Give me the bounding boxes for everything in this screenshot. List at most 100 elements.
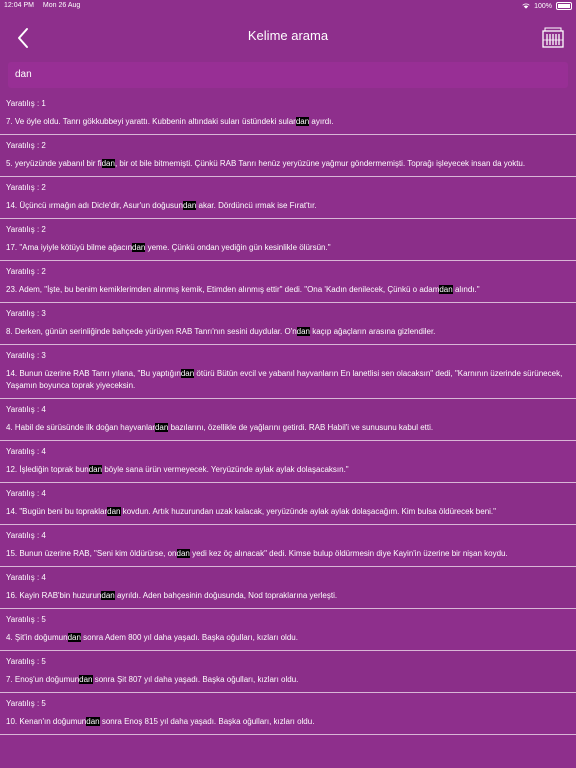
verse-text-after: böyle sana ürün vermeyecek. Yeryüzünde a… <box>102 465 349 474</box>
verse-text-after: yedi kez öç alınacak" dedi. Kimse bulup … <box>189 549 508 558</box>
verse-reference: Yaratılış : 2 <box>6 267 46 276</box>
verse-text-after: bazılarını, özellikle de yağlarını getir… <box>168 423 434 432</box>
verse-text-after: kovdun. Artık huzurundan uzak kalacak, y… <box>120 507 496 516</box>
list-item[interactable]: Yaratılış : 1 7. Ve öyle oldu. Tanrı gökk… <box>0 93 576 135</box>
status-left: 12:04 PM Mon 26 Aug <box>4 2 87 9</box>
verse-text-before: 16. Kayin RAB'bin huzurun <box>6 591 102 600</box>
verse-reference: Yaratılış : 4 <box>6 405 46 414</box>
match-highlight: dan <box>154 423 169 432</box>
verse-text-before: 14. "Bugün beni bu topraklar <box>6 507 108 516</box>
match-highlight: dan <box>79 675 93 684</box>
verse-reference: Yaratılış : 2 <box>6 183 46 192</box>
match-highlight: dan <box>180 369 195 378</box>
list-item[interactable]: Yaratılış : 2 23. Adem, "İşte, bu benim k… <box>0 261 576 303</box>
verse-text-before: 12. İşlediğin toprak bun <box>6 465 89 474</box>
nav-bar: Kelime arama <box>0 14 576 58</box>
verse-text-before: 23. Adem, "İşte, bu benim kemiklerimden … <box>6 285 440 294</box>
verse-reference: Yaratılış : 1 <box>6 99 46 108</box>
verse-text: 15. Bunun üzerine RAB, "Seni kim öldürür… <box>0 541 576 566</box>
verse-text-before: 15. Bunun üzerine RAB, "Seni kim öldürür… <box>6 549 177 558</box>
status-time: 12:04 PM <box>4 2 34 9</box>
verse-text: 7. Ve öyle oldu. Tanrı gökkubbeyi yaratt… <box>0 109 576 134</box>
list-item[interactable]: Yaratılış : 4 15. Bunun üzerine RAB, "Sen… <box>0 525 576 567</box>
match-highlight: dan <box>296 327 310 336</box>
list-item[interactable]: Yaratılış : 5 10. Kenan'ın doğumundan son… <box>0 693 576 735</box>
verse-text-after: sonra Adem 800 yıl daha yaşadı. Başka oğ… <box>80 633 298 642</box>
list-item[interactable]: Yaratılış : 4 14. "Bugün beni bu toprakla… <box>0 483 576 525</box>
verse-text-after: ayrıldı. Aden bahçesinin doğusunda, Nod … <box>114 591 338 600</box>
list-item[interactable]: Yaratılış : 2 5. yeryüzünde yabanıl bir f… <box>0 135 576 177</box>
verse-text-before: 10. Kenan'ın doğumun <box>6 717 87 726</box>
match-highlight: dan <box>67 633 81 642</box>
verse-text: 17. "Ama iyiyle kötüyü bilme ağacından y… <box>0 235 576 260</box>
verse-reference: Yaratılış : 5 <box>6 699 46 708</box>
results-list: Yaratılış : 1 7. Ve öyle oldu. Tanrı gökk… <box>0 93 576 735</box>
match-highlight: dan <box>86 717 100 726</box>
match-highlight: dan <box>101 159 115 168</box>
verse-text: 10. Kenan'ın doğumundan sonra Enoş 815 y… <box>0 709 576 734</box>
verse-reference: Yaratılış : 4 <box>6 531 46 540</box>
verse-text: 14. "Bugün beni bu topraklardan kovdun. … <box>0 499 576 524</box>
books-icon[interactable] <box>542 26 564 48</box>
verse-text: 5. yeryüzünde yabanıl bir fidan, bir ot … <box>0 151 576 176</box>
verse-text: 16. Kayin RAB'bin huzurundan ayrıldı. Ad… <box>0 583 576 608</box>
verse-reference: Yaratılış : 3 <box>6 351 46 360</box>
verse-text-after: kaçıp ağaçların arasına gizlendiler. <box>310 327 436 336</box>
verse-text: 23. Adem, "İşte, bu benim kemiklerimden … <box>0 277 576 302</box>
list-item[interactable]: Yaratılış : 4 12. İşlediğin toprak bundan… <box>0 441 576 483</box>
search-box[interactable] <box>8 62 568 88</box>
verse-text-after: yeme. Çünkü ondan yediğin gün kesinlikle… <box>145 243 331 252</box>
battery-percent: 100% <box>534 2 552 10</box>
verse-text-before: 14. Bunun üzerine RAB Tanrı yılana, "Bu … <box>6 369 181 378</box>
status-date: Mon 26 Aug <box>42 2 81 9</box>
verse-reference: Yaratılış : 5 <box>6 615 46 624</box>
list-item[interactable]: Yaratılış : 5 7. Enoş'un doğumundan sonra… <box>0 651 576 693</box>
list-item[interactable]: Yaratılış : 3 14. Bunun üzerine RAB Tanrı… <box>0 345 576 399</box>
list-item[interactable]: Yaratılış : 2 17. "Ama iyiyle kötüyü bilm… <box>0 219 576 261</box>
verse-text-before: 8. Derken, günün serinliğinde bahçede yü… <box>6 327 297 336</box>
verse-text: 14. Üçüncü ırmağın adı Dicle'dir, Asur'u… <box>0 193 576 218</box>
verse-reference: Yaratılış : 5 <box>6 657 46 666</box>
match-highlight: dan <box>176 549 190 558</box>
verse-text-before: 5. yeryüzünde yabanıl bir fi <box>6 159 102 168</box>
match-highlight: dan <box>88 465 103 474</box>
verse-text-before: 7. Enoş'un doğumun <box>6 675 80 684</box>
verse-text: 4. Şit'in doğumundan sonra Adem 800 yıl … <box>0 625 576 650</box>
verse-reference: Yaratılış : 2 <box>6 141 46 150</box>
match-highlight: dan <box>182 201 197 210</box>
verse-reference: Yaratılış : 3 <box>6 309 46 318</box>
list-item[interactable]: Yaratılış : 5 4. Şit'in doğumundan sonra … <box>0 609 576 651</box>
match-highlight: dan <box>295 117 310 126</box>
verse-text-after: sonra Enoş 815 yıl daha yaşadı. Başka oğ… <box>99 717 315 726</box>
verse-text-after: alındı." <box>452 285 480 294</box>
list-item[interactable]: Yaratılış : 2 14. Üçüncü ırmağın adı Dicl… <box>0 177 576 219</box>
verse-text-after: akar. Dördüncü ırmak ise Fırat'tır. <box>196 201 317 210</box>
verse-text: 12. İşlediğin toprak bundan böyle sana ü… <box>0 457 576 482</box>
verse-text: 8. Derken, günün serinliğinde bahçede yü… <box>0 319 576 344</box>
battery-icon <box>556 2 572 10</box>
verse-reference: Yaratılış : 4 <box>6 447 46 456</box>
verse-text: 14. Bunun üzerine RAB Tanrı yılana, "Bu … <box>0 361 576 398</box>
match-highlight: dan <box>439 285 453 294</box>
match-highlight: dan <box>101 591 115 600</box>
verse-text-after: sonra Şit 807 yıl daha yaşadı. Başka oğu… <box>92 675 299 684</box>
wifi-icon <box>522 3 530 9</box>
verse-text-before: 14. Üçüncü ırmağın adı Dicle'dir, Asur'u… <box>6 201 183 210</box>
verse-text-after: , bir ot bile bitmemişti. Çünkü RAB Tanr… <box>114 159 526 168</box>
search-input[interactable] <box>15 69 515 80</box>
verse-text: 4. Habil de sürüsünde ilk doğan hayvanla… <box>0 415 576 440</box>
list-item[interactable]: Yaratılış : 4 4. Habil de sürüsünde ilk d… <box>0 399 576 441</box>
match-highlight: dan <box>107 507 121 516</box>
verse-text: 7. Enoş'un doğumundan sonra Şit 807 yıl … <box>0 667 576 692</box>
verse-reference: Yaratılış : 4 <box>6 573 46 582</box>
match-highlight: dan <box>132 243 146 252</box>
page-title: Kelime arama <box>247 28 329 43</box>
status-right: 100% <box>522 2 572 10</box>
verse-text-after: ayırdı. <box>309 117 334 126</box>
verse-text-before: 17. "Ama iyiyle kötüyü bilme ağacın <box>6 243 133 252</box>
verse-reference: Yaratılış : 2 <box>6 225 46 234</box>
status-bar: 12:04 PM Mon 26 Aug 100% <box>0 0 576 14</box>
list-item[interactable]: Yaratılış : 4 16. Kayin RAB'bin huzurunda… <box>0 567 576 609</box>
verse-text-before: 7. Ve öyle oldu. Tanrı gökkubbeyi yaratt… <box>6 117 296 126</box>
list-item[interactable]: Yaratılış : 3 8. Derken, günün serinliğin… <box>0 303 576 345</box>
